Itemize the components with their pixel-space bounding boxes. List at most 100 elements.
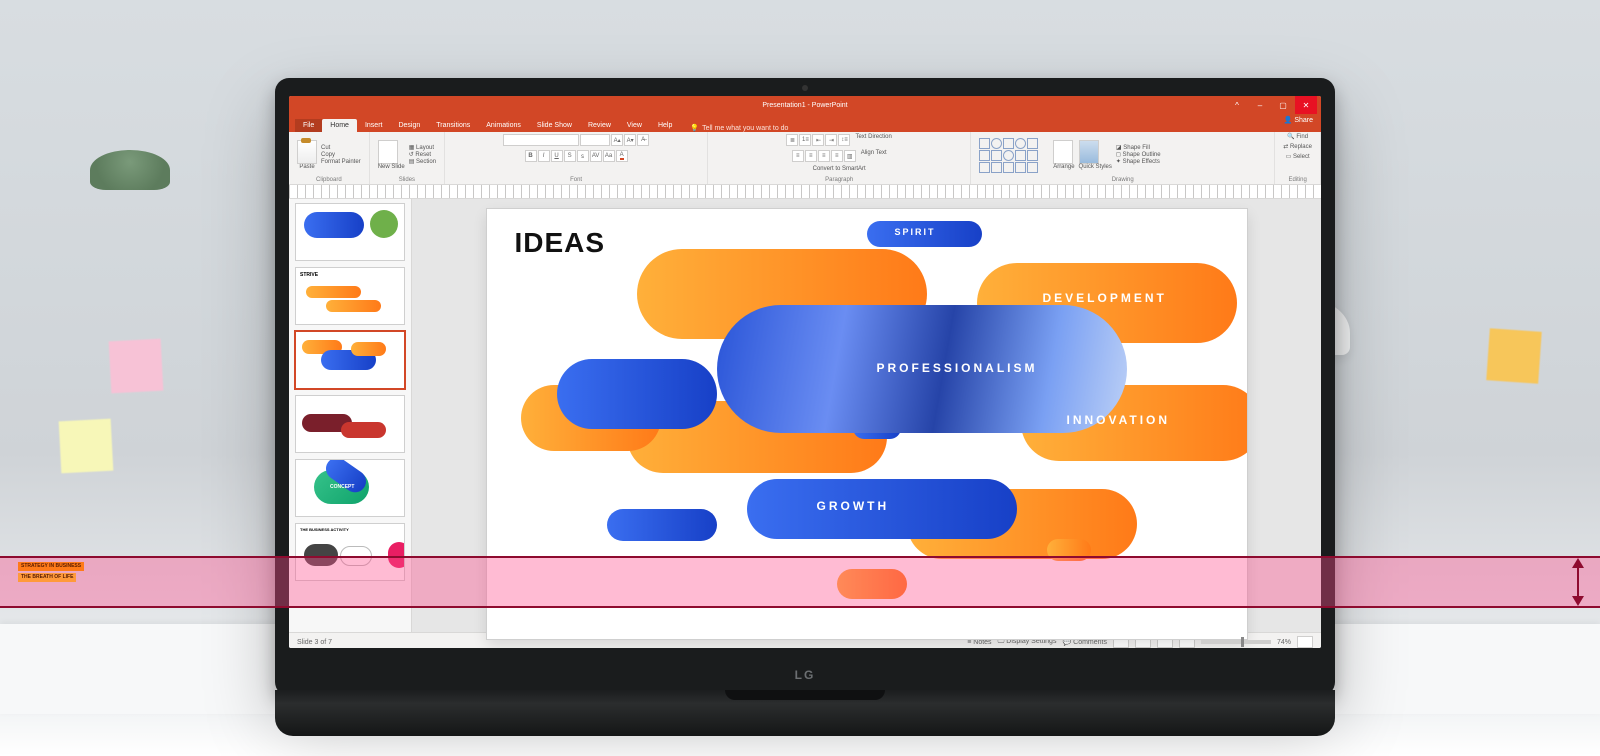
slide-heading: IDEAS bbox=[515, 227, 606, 259]
text-direction-button[interactable]: Text Direction bbox=[855, 134, 891, 146]
bold-button[interactable]: B bbox=[525, 150, 537, 162]
group-slides: New Slide ▦ Layout ↺ Reset ▤ Section Sli… bbox=[370, 132, 445, 184]
laptop-base bbox=[275, 690, 1335, 736]
line-spacing-button[interactable]: ↕≡ bbox=[838, 134, 850, 146]
group-clipboard: Paste Cut Copy Format Painter Clipboard bbox=[289, 132, 370, 184]
strikethrough-button[interactable]: S bbox=[564, 150, 576, 162]
group-paragraph: ≣ 1≡ ⇤ ⇥ ↕≡ Text Direction ≡ ≡ ≡ bbox=[708, 132, 971, 184]
tab-animations[interactable]: Animations bbox=[478, 119, 529, 132]
shadow-button[interactable]: ꜱ bbox=[577, 150, 589, 162]
thumb-7: STRATEGY IN BUSINESS THE BREATH OF LIFE bbox=[18, 562, 114, 600]
clear-formatting-button[interactable]: A̶ bbox=[637, 134, 649, 146]
thumb-5[interactable]: CONCEPT bbox=[295, 459, 405, 517]
columns-button[interactable]: ▥ bbox=[844, 150, 856, 162]
status-slide-count: Slide 3 of 7 bbox=[297, 639, 332, 646]
thumb-1[interactable] bbox=[295, 203, 405, 261]
share-button[interactable]: 👤 Share bbox=[1284, 116, 1313, 124]
paste-icon[interactable] bbox=[297, 140, 317, 164]
title-bar: Presentation1 - PowerPoint ^ – ▢ ✕ bbox=[289, 96, 1321, 114]
dimension-arrow-stem bbox=[1577, 568, 1579, 596]
italic-button[interactable]: I bbox=[538, 150, 550, 162]
tab-transitions[interactable]: Transitions bbox=[428, 119, 478, 132]
shape-effects-button[interactable]: ✦ Shape Effects bbox=[1116, 159, 1161, 165]
ribbon-collapse-button[interactable]: ^ bbox=[1226, 96, 1248, 114]
fit-to-window-button[interactable] bbox=[1297, 636, 1313, 648]
window-controls: ^ – ▢ ✕ bbox=[1226, 96, 1317, 114]
align-right-button[interactable]: ≡ bbox=[818, 150, 830, 162]
find-button[interactable]: 🔍 Find bbox=[1287, 134, 1308, 140]
layout-button[interactable]: ▦ Layout bbox=[409, 145, 436, 151]
window-title: Presentation1 - PowerPoint bbox=[762, 102, 847, 109]
increase-indent-button[interactable]: ⇥ bbox=[825, 134, 837, 146]
quick-styles-icon[interactable] bbox=[1079, 140, 1099, 164]
thumb-2[interactable]: STRIVE bbox=[295, 267, 405, 325]
format-painter-button[interactable]: Format Painter bbox=[321, 159, 361, 165]
shape-pill[interactable] bbox=[557, 359, 717, 429]
align-center-button[interactable]: ≡ bbox=[805, 150, 817, 162]
reset-button[interactable]: ↺ Reset bbox=[409, 152, 436, 158]
dimension-arrow-down-icon bbox=[1572, 596, 1584, 606]
font-color-button[interactable]: A bbox=[616, 150, 628, 162]
zoom-level[interactable]: 74% bbox=[1277, 639, 1291, 646]
quick-styles-button[interactable]: Quick Styles bbox=[1079, 164, 1112, 170]
font-family-select[interactable] bbox=[503, 134, 579, 146]
decrease-font-button[interactable]: A▾ bbox=[624, 134, 636, 146]
cut-button[interactable]: Cut bbox=[321, 145, 361, 151]
decrease-indent-button[interactable]: ⇤ bbox=[812, 134, 824, 146]
ribbon-tabs: File Home Insert Design Transitions Anim… bbox=[289, 114, 1321, 132]
group-font: A▴ A▾ A̶ B I U S ꜱ AV Aa bbox=[445, 132, 708, 184]
notes-button[interactable]: ≡ Notes bbox=[967, 639, 991, 646]
align-left-button[interactable]: ≡ bbox=[792, 150, 804, 162]
tab-design[interactable]: Design bbox=[390, 119, 428, 132]
label-spirit: SPIRIT bbox=[895, 227, 936, 237]
label-growth: GROWTH bbox=[817, 499, 890, 513]
shapes-gallery[interactable] bbox=[979, 138, 1049, 173]
shape-outline-button[interactable]: ◻ Shape Outline bbox=[1116, 152, 1161, 158]
thumb-4[interactable] bbox=[295, 395, 405, 453]
justify-button[interactable]: ≡ bbox=[831, 150, 843, 162]
ribbon: Paste Cut Copy Format Painter Clipboard bbox=[289, 132, 1321, 185]
tab-view[interactable]: View bbox=[619, 119, 650, 132]
paste-button[interactable]: Paste bbox=[297, 164, 317, 170]
shape-fill-button[interactable]: ◪ Shape Fill bbox=[1116, 145, 1161, 151]
underline-button[interactable]: U bbox=[551, 150, 563, 162]
char-spacing-button[interactable]: AV bbox=[590, 150, 602, 162]
sticky-note bbox=[59, 419, 114, 474]
bullets-button[interactable]: ≣ bbox=[786, 134, 798, 146]
tab-insert[interactable]: Insert bbox=[357, 119, 391, 132]
new-slide-icon[interactable] bbox=[378, 140, 398, 164]
zoom-slider[interactable] bbox=[1201, 640, 1271, 644]
font-size-select[interactable] bbox=[580, 134, 610, 146]
tab-slideshow[interactable]: Slide Show bbox=[529, 119, 580, 132]
align-text-button[interactable]: Align Text bbox=[861, 150, 887, 162]
shape-pill[interactable] bbox=[607, 509, 717, 541]
label-development: DEVELOPMENT bbox=[1043, 291, 1167, 305]
increase-font-button[interactable]: A▴ bbox=[611, 134, 623, 146]
arrange-button[interactable]: Arrange bbox=[1053, 164, 1074, 170]
tab-home[interactable]: Home bbox=[322, 119, 357, 132]
close-button[interactable]: ✕ bbox=[1295, 96, 1317, 114]
plant-decor bbox=[90, 150, 170, 190]
change-case-button[interactable]: Aa bbox=[603, 150, 615, 162]
replace-button[interactable]: ⇄ Replace bbox=[1283, 144, 1312, 150]
smartart-button[interactable]: Convert to SmartArt bbox=[813, 166, 866, 172]
select-button[interactable]: ▭ Select bbox=[1286, 154, 1310, 160]
comments-button[interactable]: 💬 Comments bbox=[1062, 638, 1107, 646]
arrange-icon[interactable] bbox=[1053, 140, 1073, 164]
brand-logo: LG bbox=[795, 668, 816, 682]
numbering-button[interactable]: 1≡ bbox=[799, 134, 811, 146]
copy-button[interactable]: Copy bbox=[321, 152, 361, 158]
tell-me-search[interactable]: 💡 Tell me what you want to do bbox=[690, 124, 788, 132]
minimize-button[interactable]: – bbox=[1249, 96, 1271, 114]
tab-file[interactable]: File bbox=[295, 119, 322, 132]
thumb-3[interactable] bbox=[295, 331, 405, 389]
tab-review[interactable]: Review bbox=[580, 119, 619, 132]
guide-line-bottom bbox=[0, 606, 1600, 608]
maximize-button[interactable]: ▢ bbox=[1272, 96, 1294, 114]
new-slide-button[interactable]: New Slide bbox=[378, 164, 405, 170]
section-button[interactable]: ▤ Section bbox=[409, 159, 436, 165]
display-settings-button[interactable]: 🖵 Display Settings bbox=[998, 638, 1057, 646]
guide-line-top bbox=[0, 556, 1600, 558]
horizontal-ruler bbox=[289, 185, 1321, 199]
tab-help[interactable]: Help bbox=[650, 119, 680, 132]
